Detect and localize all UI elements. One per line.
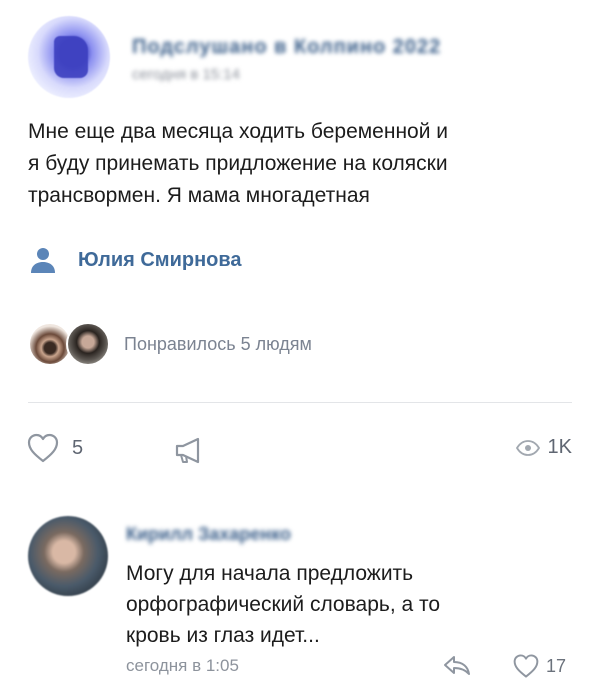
likes-summary[interactable]: Понравилось 5 людям xyxy=(124,334,312,355)
views-count: 1K xyxy=(547,436,572,458)
comment-like-button[interactable]: 17 xyxy=(512,653,566,679)
share-button[interactable] xyxy=(172,434,206,466)
post-text-line: трансвормен. Я мама многадетная xyxy=(28,184,370,207)
signer-name[interactable]: Юлия Смирнова xyxy=(78,249,242,272)
views-counter: 1K xyxy=(515,436,572,459)
comment-text-line: кровь из глаз идет... xyxy=(126,624,320,647)
comment-time: сегодня в 1:05 xyxy=(126,656,239,675)
comment: Кирилл Захаренко Могу для начала предлож… xyxy=(0,506,600,692)
community-name[interactable]: Подслушано в Колпино 2022 xyxy=(132,36,441,59)
comment-text-line: Могу для начала предложить xyxy=(126,562,414,585)
heart-icon xyxy=(512,653,540,679)
likers-row[interactable]: Понравилось 5 людям xyxy=(28,320,312,368)
heart-icon xyxy=(26,432,60,464)
commenter-name[interactable]: Кирилл Захаренко xyxy=(126,524,291,545)
like-count: 5 xyxy=(72,436,84,459)
person-icon xyxy=(28,245,58,275)
community-avatar[interactable] xyxy=(28,16,110,98)
eye-icon xyxy=(515,439,540,456)
post-header: Подслушано в Колпино 2022 сегодня в 15:1… xyxy=(28,16,588,98)
comment-text-line: орфографический словарь, а то xyxy=(126,593,441,616)
post-time: сегодня в 15:14 xyxy=(132,66,240,83)
post-actions: 5 1K xyxy=(0,428,600,472)
divider xyxy=(28,402,572,403)
commenter-avatar[interactable] xyxy=(28,516,108,596)
megaphone-icon xyxy=(172,434,206,466)
liker-avatar[interactable] xyxy=(66,322,110,366)
reply-icon xyxy=(443,654,471,676)
comment-text: Могу для начала предложить орфографическ… xyxy=(126,558,440,651)
comment-like-count: 17 xyxy=(546,655,567,676)
post-text: Мне еще два месяца ходить беременной и я… xyxy=(28,116,578,212)
post-signer[interactable]: Юлия Смирнова xyxy=(28,244,242,276)
like-button[interactable]: 5 xyxy=(26,432,83,464)
reply-button[interactable] xyxy=(443,654,471,676)
post-text-line: я буду принемать придложение на коляски xyxy=(28,152,448,175)
post-text-line: Мне еще два месяца ходить беременной и xyxy=(28,120,449,143)
